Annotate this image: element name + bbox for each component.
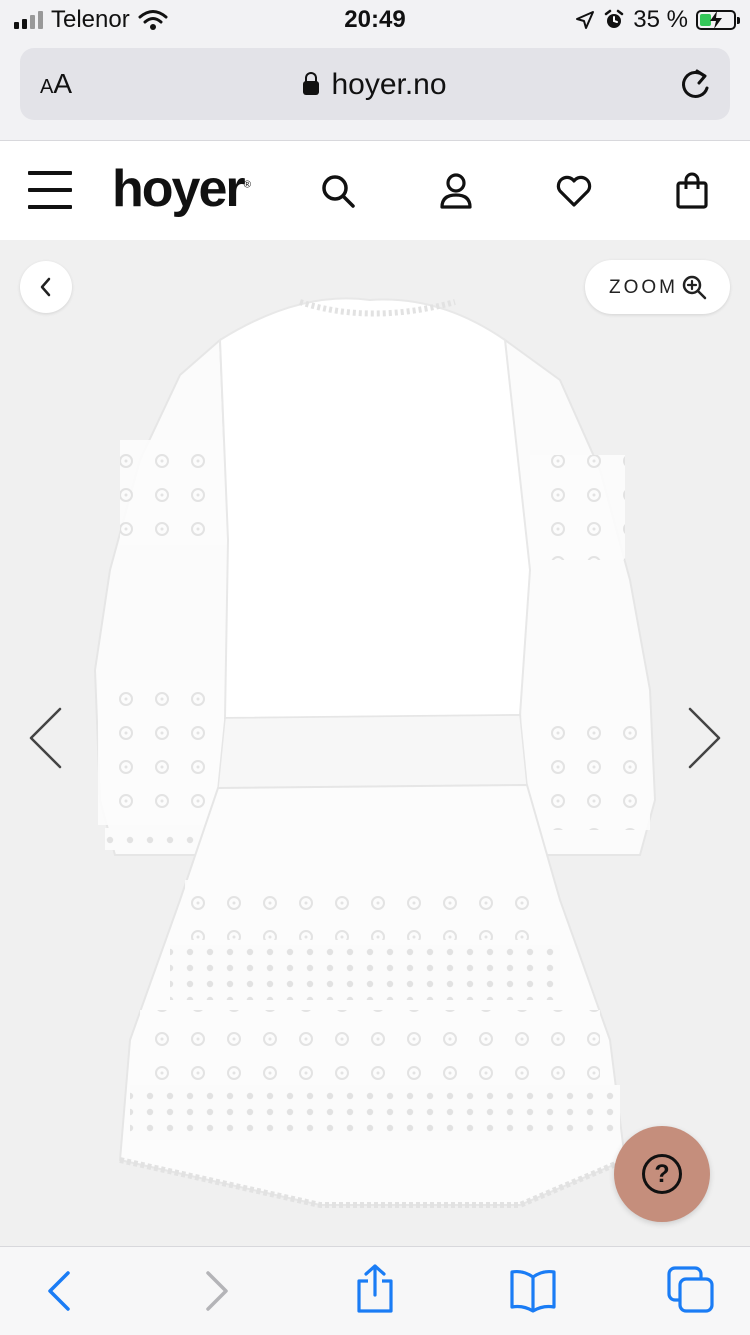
- prev-arrow-icon[interactable]: [26, 705, 64, 771]
- site-header: hoyer®: [0, 141, 750, 240]
- browser-toolbar: [0, 1246, 750, 1335]
- hamburger-menu-icon[interactable]: [28, 171, 72, 209]
- account-icon[interactable]: [437, 171, 475, 211]
- zoom-button[interactable]: ZOOM: [585, 260, 730, 314]
- alarm-icon: [605, 9, 624, 28]
- product-gallery[interactable]: ZOOM ?: [0, 240, 750, 1246]
- gallery-back-button[interactable]: [20, 261, 72, 313]
- battery-percent: 35 %: [633, 6, 688, 33]
- url-domain[interactable]: hoyer.no: [20, 68, 730, 102]
- status-right-group: 35 %: [575, 6, 740, 34]
- forward-icon[interactable]: [202, 1267, 232, 1315]
- chevron-left-icon: [40, 277, 51, 297]
- battery-charging-icon: [696, 10, 740, 30]
- address-bar[interactable]: AA hoyer.no: [20, 48, 730, 120]
- product-image-dress[interactable]: [0, 240, 750, 1246]
- help-icon: ?: [642, 1154, 682, 1194]
- shopping-bag-icon[interactable]: [674, 171, 710, 211]
- address-bar-area: AA hoyer.no: [0, 42, 750, 141]
- bookmarks-icon[interactable]: [508, 1267, 558, 1313]
- next-arrow-icon[interactable]: [686, 705, 724, 771]
- search-icon[interactable]: [318, 171, 358, 211]
- tabs-icon[interactable]: [666, 1265, 716, 1315]
- location-arrow-icon: [576, 11, 595, 29]
- help-button[interactable]: ?: [614, 1126, 710, 1222]
- wishlist-heart-icon[interactable]: [554, 171, 594, 211]
- reload-icon[interactable]: [678, 66, 712, 102]
- back-icon[interactable]: [44, 1267, 74, 1315]
- zoom-label: ZOOM: [609, 277, 678, 298]
- site-logo[interactable]: hoyer®: [112, 159, 251, 219]
- status-bar: Telenor 20:49 35 %: [0, 0, 750, 42]
- zoom-in-icon: [682, 275, 707, 300]
- share-icon[interactable]: [354, 1263, 396, 1315]
- lock-icon: [303, 72, 320, 95]
